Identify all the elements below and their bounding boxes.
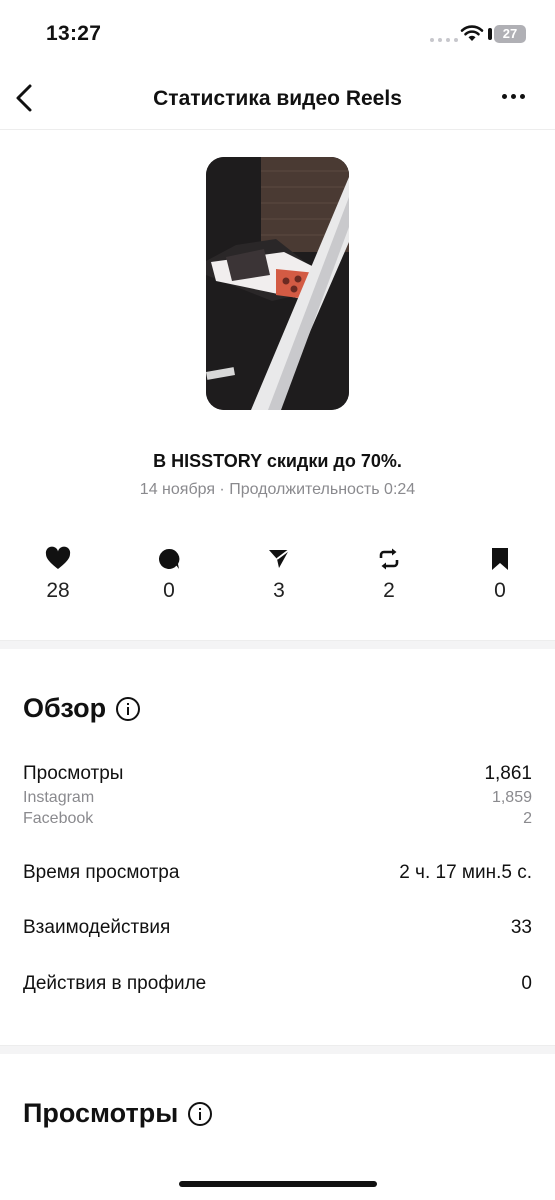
more-options-icon[interactable] [500,88,527,105]
reposts-count: 2 [383,579,395,602]
views-heading: Просмотры [23,1098,213,1129]
watch-time-row[interactable]: Время просмотра 2 ч. 17 мин.5 с. [23,862,532,884]
profile-actions-row[interactable]: Действия в профиле 0 [23,973,532,995]
info-icon[interactable] [116,696,141,721]
reel-thumbnail-image [206,157,349,410]
page-title: Статистика видео Reels [153,87,402,110]
repost-icon [379,548,399,570]
profile-actions-label: Действия в профиле [23,973,207,994]
reel-date: 14 ноября [139,481,215,498]
views-section-title: Просмотры [23,1098,179,1128]
reel-caption: В HISSTORY скидки до 70%. [153,451,402,471]
stat-comments: 0 [134,545,204,603]
reel-thumbnail[interactable] [206,157,349,410]
signal-icon [430,38,458,42]
overview-heading: Обзор [23,693,141,724]
reel-meta: 14 ноября · Продолжительность 0:24 [139,481,416,498]
interactions-label: Взаимодействия [23,917,171,938]
interactions-row[interactable]: Взаимодействия 33 [23,917,532,939]
watch-time-value: 2 ч. 17 мин.5 с. [399,862,532,883]
send-icon [269,549,290,568]
views-value: 1,861 [484,763,532,784]
home-indicator[interactable] [179,1181,377,1187]
instagram-value: 1,859 [491,789,532,806]
nav-divider [0,129,555,130]
overview-title: Обзор [23,693,107,723]
watch-time-label: Время просмотра [23,862,180,883]
info-icon[interactable] [188,1101,213,1126]
battery-icon: 27 [488,25,526,43]
shares-count: 3 [273,579,285,602]
views-row[interactable]: Просмотры 1,861 [23,763,532,785]
stat-shares: 3 [244,545,314,603]
likes-count: 28 [46,579,70,602]
section-separator [0,1045,555,1054]
views-label: Просмотры [23,763,124,784]
nav-bar: Статистика видео Reels [0,70,555,130]
facebook-value: 2 [523,810,532,827]
instagram-row: Instagram 1,859 [23,789,532,807]
stat-likes: 28 [23,545,93,603]
reel-duration: Продолжительность 0:24 [229,481,416,498]
status-time: 13:27 [46,22,102,45]
heart-icon [45,546,71,569]
wifi-icon [460,25,484,41]
comments-count: 0 [163,579,175,602]
profile-actions-value: 0 [521,973,532,994]
facebook-label: Facebook [23,810,94,827]
engagement-stats: 28 0 3 2 0 [0,545,555,615]
saves-count: 0 [494,579,506,602]
bookmark-icon [492,548,508,570]
stat-reposts: 2 [354,545,424,603]
interactions-value: 33 [510,917,532,938]
section-separator [0,640,555,649]
instagram-label: Instagram [23,789,95,806]
comment-icon [158,548,180,569]
status-bar: 13:27 27 [0,0,555,70]
stat-saves: 0 [465,545,535,603]
facebook-row: Facebook 2 [23,810,532,828]
